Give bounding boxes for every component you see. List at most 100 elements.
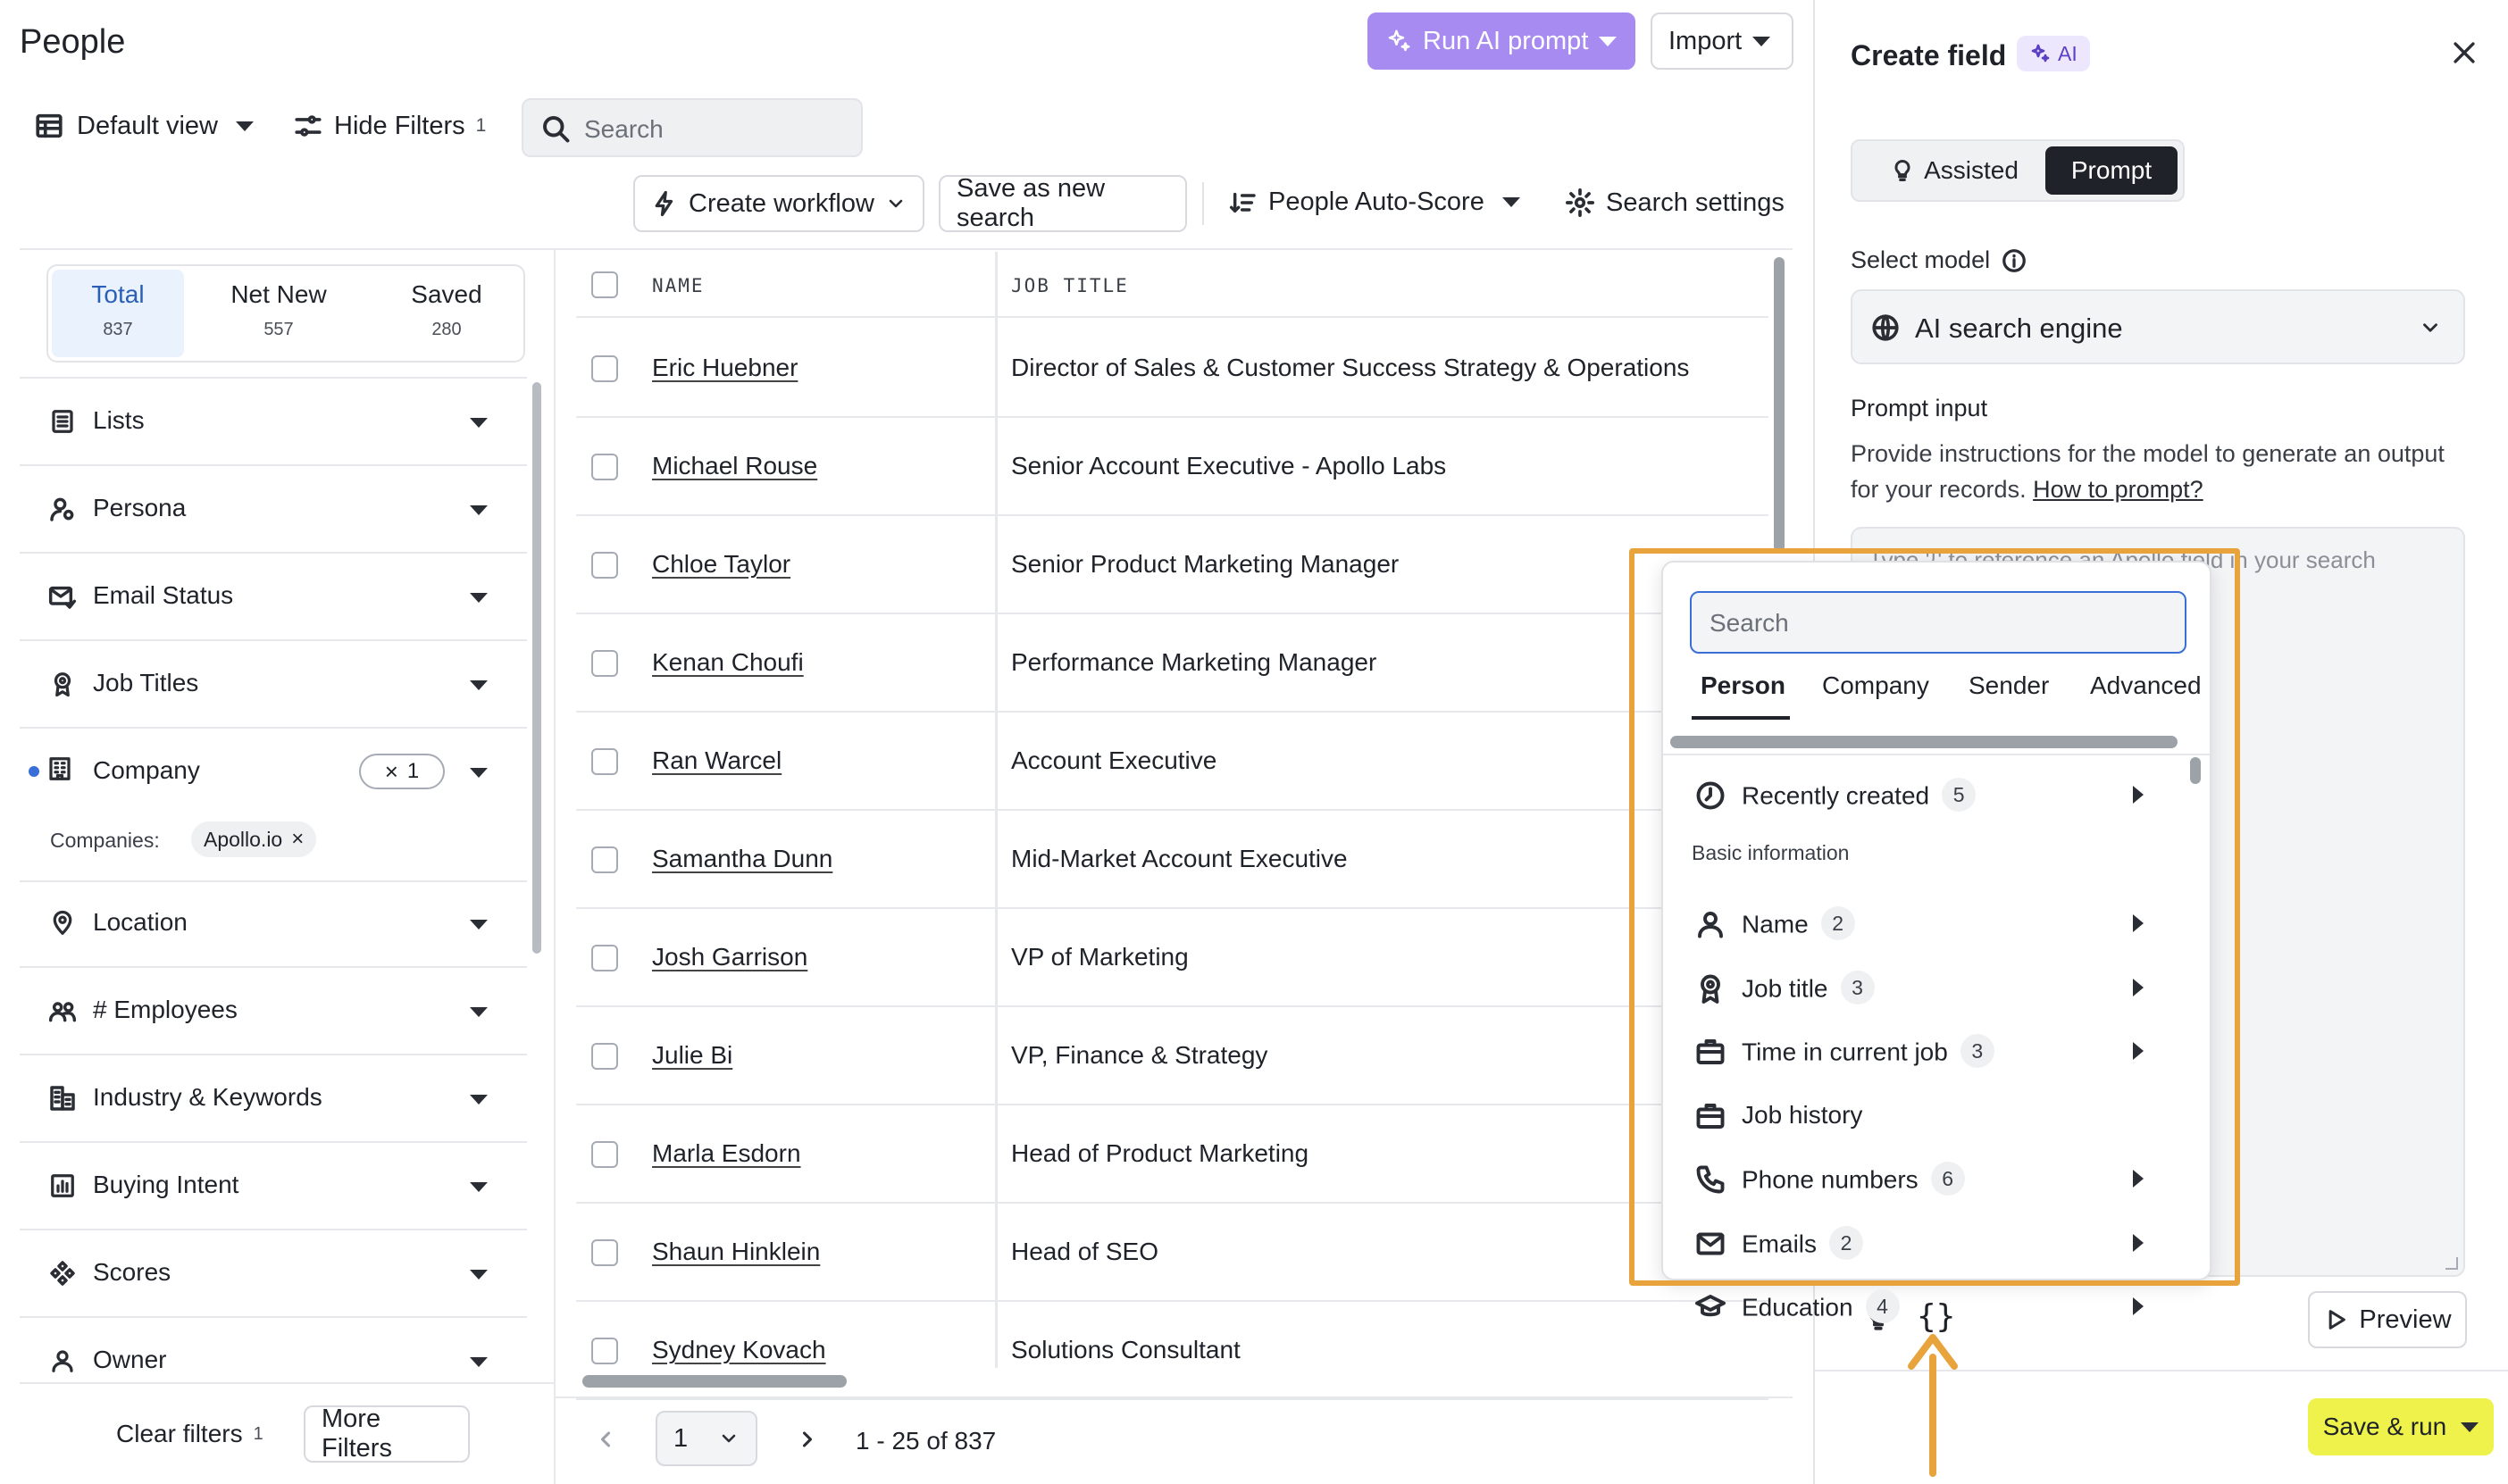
filter-persona[interactable]: Persona [20,466,527,554]
filter-location[interactable]: Location [20,880,527,968]
search-placeholder: Search [584,115,664,143]
filter-scores[interactable]: Scores [20,1230,527,1318]
menu-item-education[interactable]: Education 4 [1679,1278,2144,1335]
row-checkbox[interactable] [591,945,618,971]
company-chip-apollo[interactable]: Apollo.io × [191,821,317,857]
page-select-value: 1 [673,1423,689,1453]
select-all-checkbox[interactable] [591,271,618,298]
chevron-down-icon [470,920,488,930]
run-ai-prompt-button[interactable]: Run AI prompt [1367,13,1635,70]
person-name-link[interactable]: Michael Rouse [652,452,817,480]
column-header-name[interactable]: NAME [652,275,705,296]
table-horizontal-scrollbar[interactable] [582,1375,847,1388]
stat-net-new[interactable]: Net New 557 [205,270,352,357]
save-as-new-search-label: Save as new search [957,174,1106,232]
search-input[interactable]: Search [522,98,863,157]
resize-handle-icon[interactable] [2445,1257,2458,1270]
view-selector[interactable]: Default view [34,111,254,141]
preview-button[interactable]: Preview [2308,1291,2467,1348]
more-filters-button[interactable]: More Filters [304,1405,470,1463]
row-checkbox[interactable] [591,355,618,382]
row-checkbox[interactable] [591,1239,618,1266]
filter-lists[interactable]: Lists [20,379,527,466]
sidebar-scrollbar[interactable] [532,382,541,954]
table-row[interactable]: Julie Bi VP, Finance & Strategy [576,1007,1768,1105]
table-row[interactable]: Shaun Hinklein Head of SEO [576,1204,1768,1302]
company-chip-label: Apollo.io [204,827,283,851]
person-name-link[interactable]: Samantha Dunn [652,845,832,873]
filter-company-label: Company [93,756,200,784]
row-checkbox[interactable] [591,552,618,579]
model-select-value: AI search engine [1915,313,2123,344]
tab-prompt-label: Prompt [2070,156,2153,184]
people-auto-score-dropdown[interactable]: People Auto-Score [1229,188,1520,217]
how-to-prompt-link[interactable]: How to prompt? [2033,476,2203,503]
row-checkbox[interactable] [591,454,618,480]
sparkle-icon [1385,28,1412,54]
filter-buying-intent[interactable]: Buying Intent [20,1143,527,1230]
table-row[interactable]: Marla Esdorn Head of Product Marketing [576,1105,1768,1204]
save-and-run-button[interactable]: Save & run [2308,1398,2494,1455]
table-row[interactable]: Eric Huebner Director of Sales & Customer… [576,320,1768,418]
tab-assisted-label: Assisted [1924,156,2019,184]
person-name-link[interactable]: Eric Huebner [652,354,798,382]
info-icon[interactable] [2001,247,2027,274]
stat-total[interactable]: Total 837 [52,270,184,357]
row-checkbox[interactable] [591,1141,618,1168]
job-title-cell: Account Executive [1011,746,1217,774]
filter-email-status[interactable]: Email Status [20,554,527,641]
job-title-cell: Performance Marketing Manager [1011,648,1377,676]
person-name-link[interactable]: Chloe Taylor [652,550,790,579]
table-vertical-scrollbar[interactable] [1774,257,1785,552]
annotation-arrow [1908,1334,1958,1477]
create-workflow-button[interactable]: Create workflow [633,175,924,232]
remove-x-icon[interactable]: × [291,827,304,852]
row-checkbox[interactable] [591,846,618,873]
filter-employees[interactable]: # Employees [20,968,527,1055]
filter-job-titles[interactable]: Job Titles [20,641,527,729]
table-row[interactable]: Michael Rouse Senior Account Executive - … [576,418,1768,516]
person-name-link[interactable]: Sydney Kovach [652,1336,826,1364]
person-name-link[interactable]: Josh Garrison [652,943,807,971]
close-panel-button[interactable] [2449,38,2479,72]
column-header-job-title[interactable]: JOB TITLE [1011,275,1129,296]
person-name-link[interactable]: Marla Esdorn [652,1139,801,1168]
filter-industry-keywords[interactable]: Industry & Keywords [20,1055,527,1143]
chevron-down-icon [235,121,254,131]
stat-saved[interactable]: Saved 280 [375,270,518,357]
hide-filters-button[interactable]: Hide Filters 1 [293,111,486,141]
person-name-link[interactable]: Shaun Hinklein [652,1238,820,1266]
clear-filters-button[interactable]: Clear filters 1 [116,1420,263,1448]
person-name-link[interactable]: Kenan Choufi [652,648,804,677]
stat-net-new-value: 557 [263,320,294,339]
job-title-cell: Senior Product Marketing Manager [1011,550,1400,578]
row-checkbox[interactable] [591,650,618,677]
row-checkbox[interactable] [591,748,618,775]
filter-company[interactable]: Company × 1 Companies: Apollo.io × [20,729,527,882]
table-row[interactable]: Josh Garrison VP of Marketing [576,909,1768,1007]
select-model-label: Select model [1851,246,1991,273]
table-row[interactable]: Chloe Taylor Senior Product Marketing Man… [576,516,1768,614]
table-row[interactable]: Samantha Dunn Mid-Market Account Executiv… [576,811,1768,909]
table-row[interactable]: Ran Warcel Account Executive [576,713,1768,811]
prev-page-button[interactable] [593,1427,618,1456]
row-checkbox[interactable] [591,1043,618,1070]
page-select[interactable]: 1 [656,1411,757,1466]
chevron-down-icon [470,1007,488,1017]
company-count-chip[interactable]: × 1 [359,754,445,789]
person-name-link[interactable]: Ran Warcel [652,746,782,775]
row-checkbox[interactable] [591,1338,618,1364]
tab-prompt[interactable]: Prompt [2045,146,2178,195]
chevron-down-icon [470,505,488,515]
hide-filters-count: 1 [475,115,487,136]
table-row[interactable]: Kenan Choufi Performance Marketing Manage… [576,614,1768,713]
tab-assisted[interactable]: Assisted [1867,146,2042,195]
save-as-new-search-button[interactable]: Save as new search [939,174,1187,232]
next-page-button[interactable] [795,1427,820,1456]
model-select[interactable]: AI search engine [1851,289,2465,364]
filter-owner[interactable]: Owner [20,1318,527,1405]
import-button[interactable]: Import [1651,13,1793,70]
search-settings-button[interactable]: Search settings [1565,188,1785,218]
person-name-link[interactable]: Julie Bi [652,1041,732,1070]
sliders-icon [293,111,323,141]
